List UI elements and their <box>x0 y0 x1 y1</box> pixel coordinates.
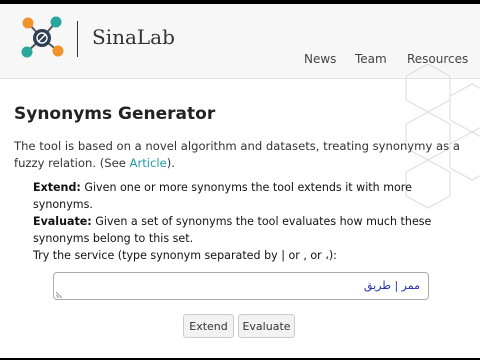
evaluate-text: Given a set of synonyms the tool evaluat… <box>33 215 432 245</box>
logo-divider <box>77 21 78 57</box>
nav-team[interactable]: Team <box>355 52 387 66</box>
evaluate-button[interactable]: Evaluate <box>238 314 295 338</box>
evaluate-term: Evaluate: <box>33 215 92 228</box>
page-title: Synonyms Generator <box>14 104 216 124</box>
usage-details: Extend: Given one or more synonyms the t… <box>33 179 473 264</box>
resize-grip-icon[interactable] <box>56 290 64 298</box>
description-text: The tool is based on a novel algorithm a… <box>14 139 460 170</box>
extend-text: Given one or more synonyms the tool exte… <box>33 181 412 211</box>
nav-news[interactable]: News <box>304 52 336 66</box>
synonyms-input-value[interactable]: ممر | طريق <box>364 279 420 292</box>
extend-info: Extend: Given one or more synonyms the t… <box>33 179 473 213</box>
tool-description: The tool is based on a novel algorithm a… <box>14 138 474 172</box>
evaluate-info: Evaluate: Given a set of synonyms the to… <box>33 213 473 247</box>
synonyms-input[interactable]: ممر | طريق <box>53 272 429 300</box>
brand-name[interactable]: SinaLab <box>92 25 175 49</box>
description-end: ). <box>166 156 175 170</box>
sinalab-logo-icon[interactable] <box>20 14 64 60</box>
try-instructions: Try the service (type synonym separated … <box>33 249 337 262</box>
page: SinaLab News Team Resources Synonyms Gen… <box>0 4 480 358</box>
article-link[interactable]: Article <box>130 156 167 170</box>
extend-button[interactable]: Extend <box>183 314 234 338</box>
extend-term: Extend: <box>33 181 81 194</box>
